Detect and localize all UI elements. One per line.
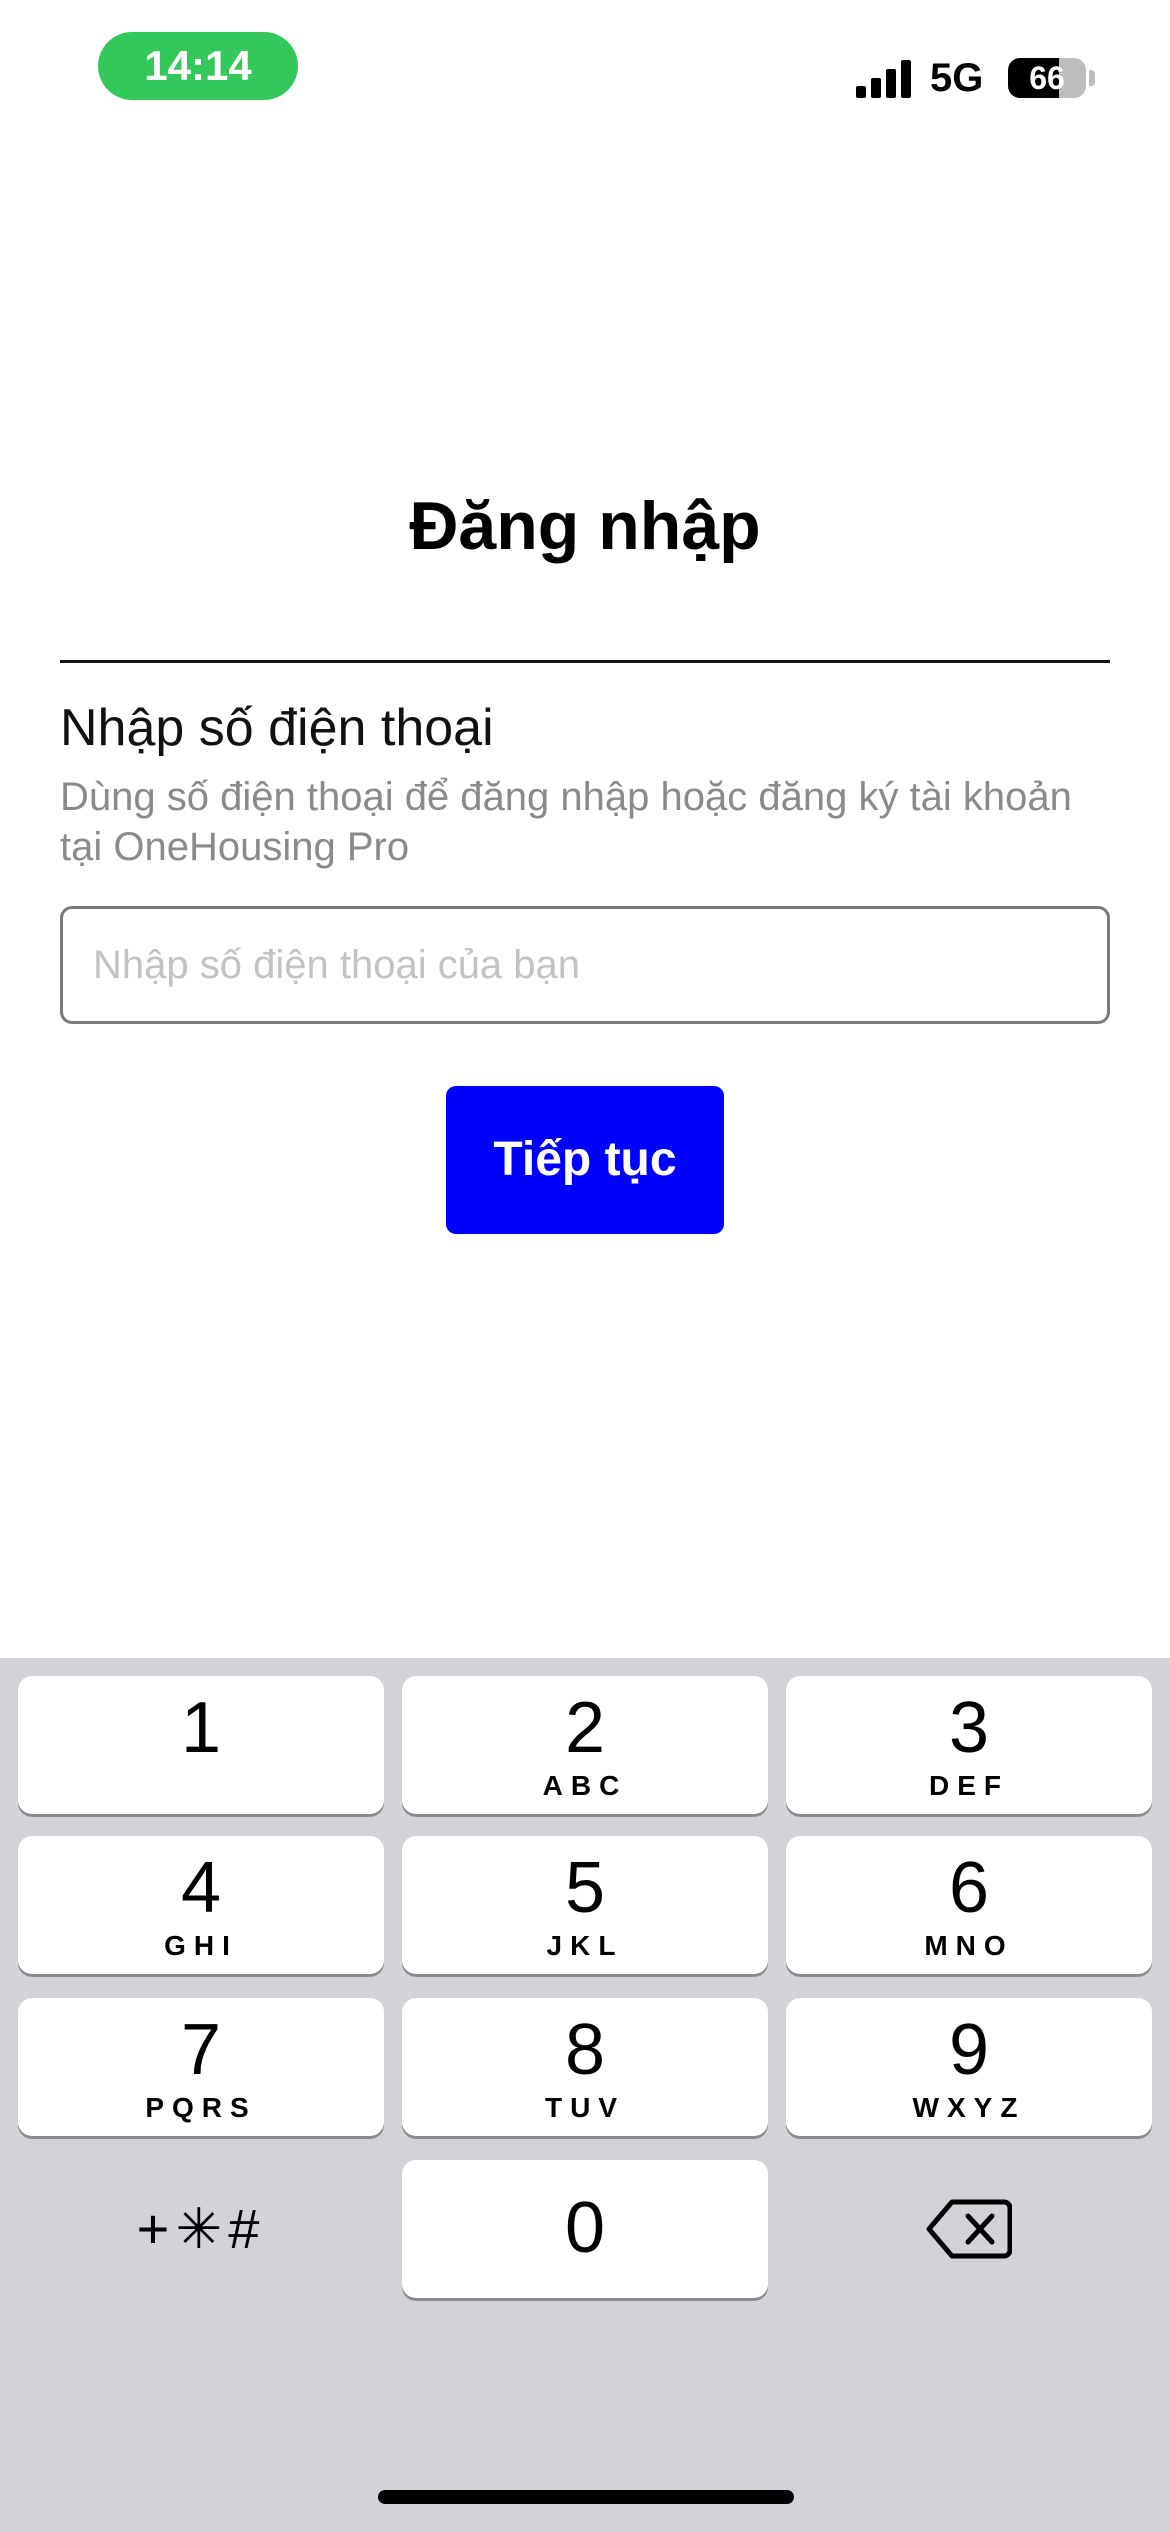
key-letters: DEF bbox=[929, 1770, 1009, 1801]
delete-key[interactable] bbox=[786, 2160, 1152, 2298]
home-indicator[interactable] bbox=[378, 2490, 794, 2504]
key-7[interactable]: 7 PQRS bbox=[18, 1998, 384, 2136]
key-digit: 8 bbox=[564, 2010, 606, 2090]
status-time[interactable]: 14:14 bbox=[98, 32, 298, 100]
symbols-key[interactable]: +✳# bbox=[18, 2160, 384, 2298]
key-3[interactable]: 3 DEF bbox=[786, 1676, 1152, 1814]
phone-section-description: Dùng số điện thoại để đăng nhập hoặc đăn… bbox=[60, 775, 1072, 869]
phone-number-input[interactable] bbox=[60, 906, 1110, 1024]
key-digit: 7 bbox=[180, 2010, 222, 2090]
key-letters: WXYZ bbox=[912, 2092, 1026, 2123]
key-letters: ABC bbox=[542, 1770, 628, 1801]
key-digit: 2 bbox=[564, 1688, 606, 1768]
cellular-signal-icon bbox=[856, 60, 911, 98]
key-digit: 1 bbox=[180, 1688, 222, 1768]
continue-button[interactable]: Tiếp tục bbox=[446, 1086, 724, 1234]
key-digit: 3 bbox=[948, 1688, 990, 1768]
key-digit: 4 bbox=[180, 1848, 222, 1928]
key-letters: PQRS bbox=[145, 2092, 257, 2123]
key-letters: JKL bbox=[546, 1930, 624, 1961]
page-title: Đăng nhập bbox=[409, 488, 761, 564]
backspace-icon bbox=[926, 2199, 1012, 2259]
key-6[interactable]: 6 MNO bbox=[786, 1836, 1152, 1974]
network-type: 5G bbox=[930, 56, 984, 100]
key-letters: TUV bbox=[545, 2092, 625, 2123]
divider bbox=[60, 660, 1110, 663]
key-letters: GHI bbox=[164, 1930, 238, 1961]
key-1[interactable]: 1 bbox=[18, 1676, 384, 1814]
key-5[interactable]: 5 JKL bbox=[402, 1836, 768, 1974]
status-bar: 14:14 5G 66 bbox=[0, 0, 1170, 130]
battery-nub bbox=[1089, 70, 1095, 86]
battery-icon: 66 bbox=[1008, 58, 1086, 98]
key-digit: 9 bbox=[948, 2010, 990, 2090]
key-4[interactable]: 4 GHI bbox=[18, 1836, 384, 1974]
phone-section-heading: Nhập số điện thoại bbox=[60, 699, 494, 757]
battery-level: 66 bbox=[1029, 60, 1065, 96]
key-digit: 6 bbox=[948, 1848, 990, 1928]
key-8[interactable]: 8 TUV bbox=[402, 1998, 768, 2136]
key-0[interactable]: 0 bbox=[402, 2160, 768, 2298]
key-letters: MNO bbox=[924, 1930, 1014, 1961]
key-digit: 5 bbox=[564, 1848, 606, 1928]
key-9[interactable]: 9 WXYZ bbox=[786, 1998, 1152, 2136]
key-digit: 0 bbox=[564, 2188, 606, 2268]
key-2[interactable]: 2 ABC bbox=[402, 1676, 768, 1814]
